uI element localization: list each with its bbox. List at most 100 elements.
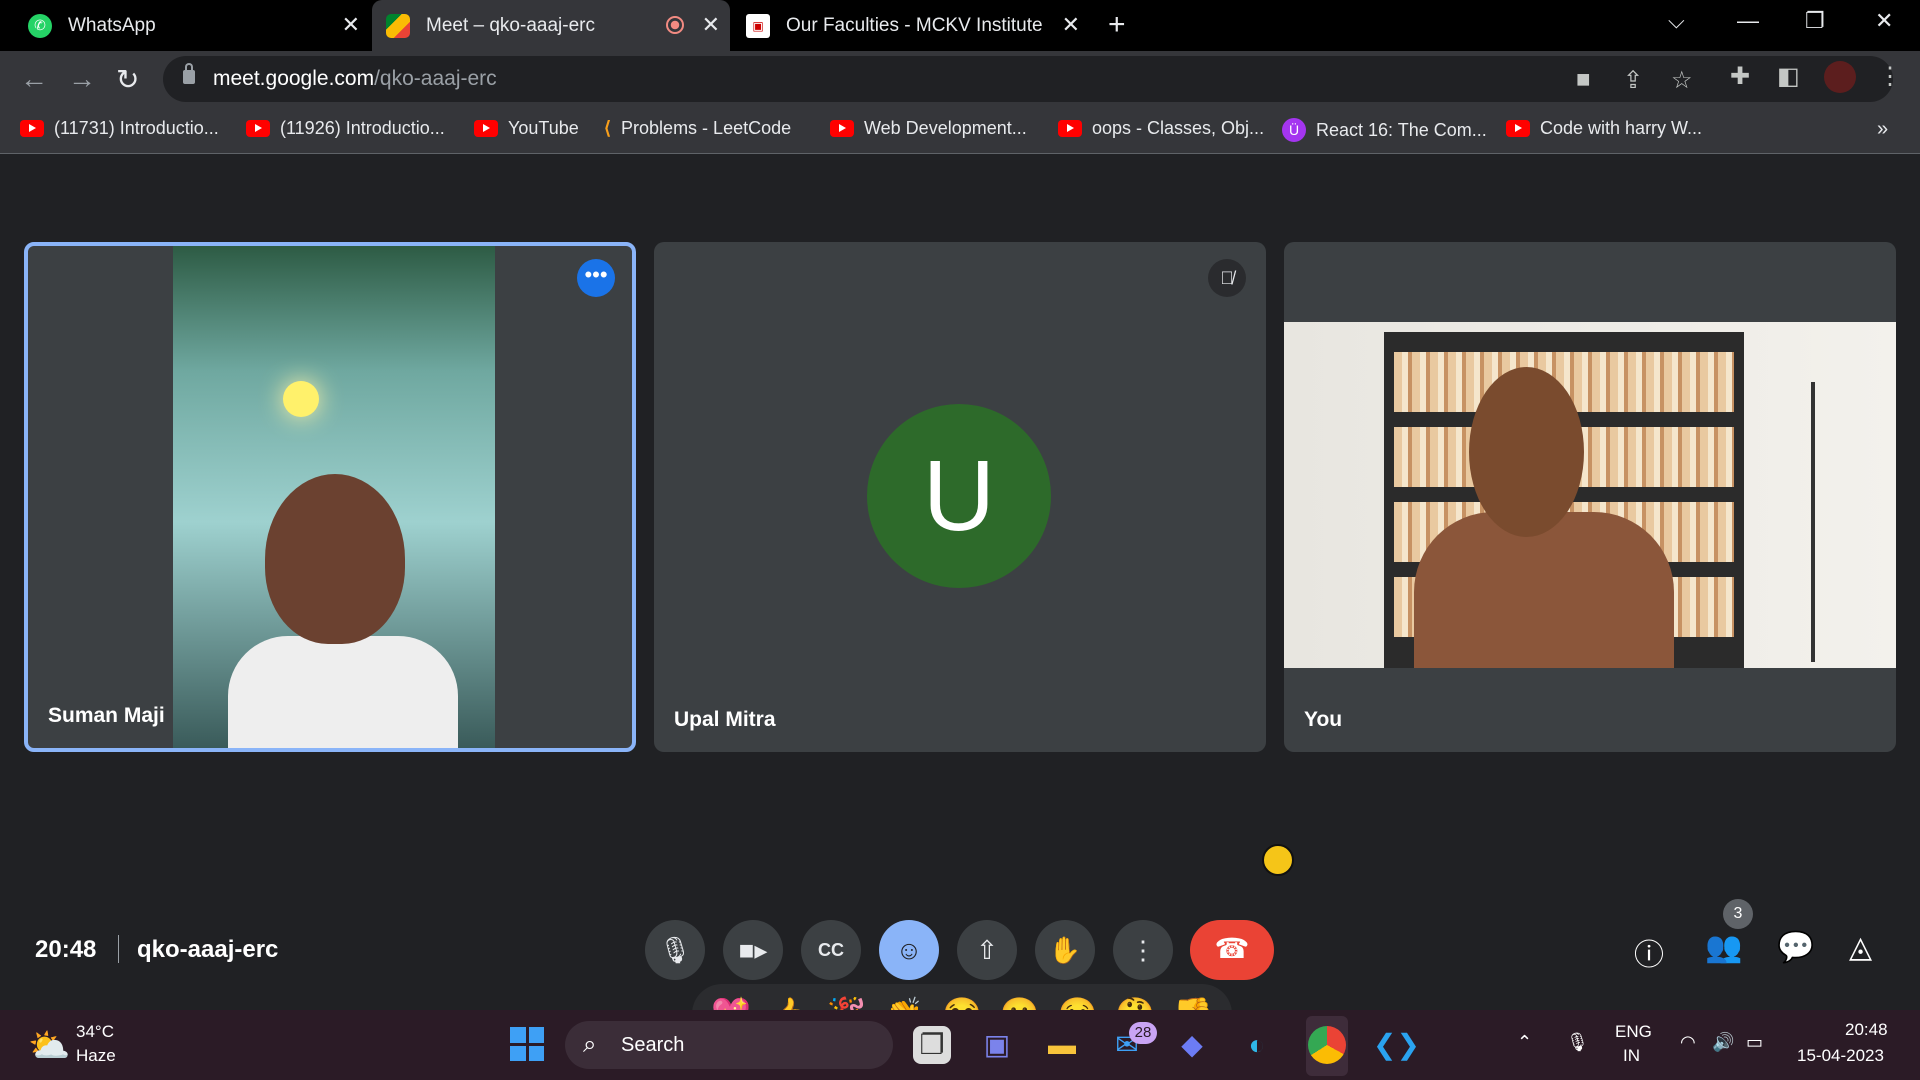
start-button[interactable] [510, 1027, 544, 1061]
recording-indicator-icon [666, 16, 684, 34]
edge-icon[interactable]: ◐ [1238, 1026, 1276, 1064]
more-vert-icon: ⋮ [1130, 935, 1156, 965]
temperature[interactable]: 34°C [76, 1022, 114, 1042]
tab-title: Meet – qko-aaaj-erc [426, 14, 595, 36]
participant-tile-upal[interactable]: 🎙̸ U Upal Mitra [654, 242, 1266, 752]
bookmark-item[interactable]: YouTube [474, 118, 579, 139]
reactions-button[interactable]: ☺ [879, 920, 939, 980]
camera-button[interactable]: ■▸ [723, 920, 783, 980]
udemy-icon: Ü [1282, 118, 1306, 142]
chrome-icon[interactable] [1308, 1026, 1346, 1064]
present-button[interactable]: ⇧ [957, 920, 1017, 980]
activities-icon[interactable]: ◬ [1849, 930, 1872, 965]
url-text[interactable]: meet.google.com/qko-aaaj-erc [213, 67, 497, 91]
bookmark-star-icon[interactable]: ☆ [1671, 66, 1693, 95]
youtube-icon [246, 120, 270, 137]
battery-icon[interactable]: ▭ [1746, 1032, 1763, 1053]
microphone-button[interactable]: 🎙 [645, 920, 705, 980]
reload-icon[interactable]: ↻ [116, 63, 139, 96]
camera-in-use-icon[interactable]: ■ [1576, 66, 1591, 94]
tab-meet[interactable]: Meet – qko-aaaj-erc ✕ [372, 0, 730, 51]
bookmark-label: oops - Classes, Obj... [1092, 118, 1265, 138]
close-tab-icon[interactable]: ✕ [702, 12, 720, 38]
people-icon[interactable]: 👥 [1705, 930, 1742, 965]
back-icon[interactable]: ← [20, 63, 48, 95]
url-path: /qko-aaaj-erc [374, 67, 497, 90]
taskbar-search[interactable]: ⌕ Search [565, 1021, 893, 1069]
file-explorer-icon[interactable]: ▬ [1043, 1026, 1081, 1064]
youtube-icon [1058, 120, 1082, 137]
participant-video [173, 246, 495, 748]
forward-icon[interactable]: → [68, 63, 96, 95]
whatsapp-icon: ✆ [28, 13, 52, 38]
meet-stage: ••• Suman Maji 🎙̸ U Upal Mitra You 💖 👍 🎉… [0, 155, 1920, 1044]
microphone-tray-icon[interactable]: 🎙 [1566, 1032, 1589, 1053]
close-tab-icon[interactable]: ✕ [1062, 12, 1080, 38]
bookmark-item[interactable]: (11731) Introductio... [20, 118, 219, 139]
meeting-info-icon[interactable]: ⓘ [1634, 930, 1664, 974]
window-close-icon[interactable]: ✕ [1875, 8, 1893, 34]
leetcode-icon: ⟨ [604, 118, 612, 138]
extensions-icon[interactable]: ✚ [1730, 62, 1750, 91]
system-date[interactable]: 15-04-2023 [1797, 1046, 1884, 1066]
restore-icon[interactable]: ❐ [1805, 8, 1825, 34]
emoji-icon: ☺ [895, 935, 923, 965]
participant-name: Upal Mitra [674, 708, 776, 731]
weather-haze-icon[interactable]: ⛅ [28, 1026, 70, 1066]
bookmark-item[interactable]: ⟨ Problems - LeetCode [604, 118, 791, 139]
address-bar[interactable]: meet.google.com/qko-aaaj-erc ■ ⇪ ☆ [163, 56, 1893, 102]
url-domain: meet.google.com [213, 67, 375, 90]
person-face [265, 474, 405, 644]
person-body [1414, 512, 1674, 668]
tab-whatsapp[interactable]: ✆ WhatsApp ✕ [14, 0, 370, 51]
teams-chat-icon[interactable]: ▣ [978, 1026, 1016, 1064]
input-language[interactable]: ENG [1615, 1022, 1652, 1042]
bookmark-label: Web Development... [864, 118, 1027, 138]
system-time[interactable]: 20:48 [1845, 1020, 1888, 1040]
bookmark-item[interactable]: oops - Classes, Obj... [1058, 118, 1264, 139]
google-meet-icon [386, 13, 410, 38]
bookmark-item[interactable]: Ü React 16: The Com... [1282, 118, 1487, 142]
input-region[interactable]: IN [1623, 1046, 1640, 1066]
more-options-icon[interactable]: ••• [577, 259, 615, 297]
more-bookmarks-icon[interactable]: » [1877, 118, 1888, 141]
raise-hand-button[interactable]: ✋ [1035, 920, 1095, 980]
captions-button[interactable]: CC [801, 920, 861, 980]
volume-icon[interactable]: 🔊 [1712, 1032, 1734, 1053]
bookmark-item[interactable]: Web Development... [830, 118, 1027, 139]
tab-mckv[interactable]: ▣ Our Faculties - MCKV Institute of ✕ [732, 0, 1090, 51]
minimize-icon[interactable]: — [1737, 8, 1759, 34]
skin-tone-selector[interactable] [1262, 844, 1294, 876]
lightbulb [283, 381, 319, 417]
copilot-icon[interactable]: ◆ [1173, 1026, 1211, 1064]
leave-call-button[interactable]: ☎ [1190, 920, 1274, 980]
browser-menu-icon[interactable]: ⋮ [1878, 62, 1902, 91]
youtube-icon [20, 120, 44, 137]
participant-tile-you[interactable]: You [1284, 242, 1896, 752]
microphone-icon: 🎙 [658, 935, 692, 965]
new-tab-icon[interactable]: + [1108, 8, 1126, 42]
bookmark-item[interactable]: Code with harry W... [1506, 118, 1702, 139]
youtube-icon [474, 120, 498, 137]
participant-name: Suman Maji [48, 704, 165, 727]
bookmark-item[interactable]: (11926) Introductio... [246, 118, 445, 139]
weather-condition[interactable]: Haze [76, 1046, 116, 1066]
participant-count-badge: 3 [1723, 899, 1753, 929]
profile-avatar[interactable] [1824, 61, 1856, 93]
browser-toolbar: ← → ↻ meet.google.com/qko-aaaj-erc ■ ⇪ ☆… [0, 51, 1920, 108]
side-panel-icon[interactable]: ◧ [1777, 62, 1800, 91]
lock-icon[interactable] [183, 63, 195, 84]
vscode-icon[interactable]: ❮❯ [1373, 1026, 1420, 1064]
show-hidden-icons-icon[interactable]: ⌃ [1517, 1032, 1532, 1053]
chat-icon[interactable]: 💬 [1777, 930, 1814, 965]
task-view-icon[interactable]: ❐ [913, 1026, 951, 1064]
browser-tab-bar: ✆ WhatsApp ✕ Meet – qko-aaaj-erc ✕ ▣ Our… [0, 0, 1920, 51]
participant-tile-suman[interactable]: ••• Suman Maji [24, 242, 636, 752]
share-icon[interactable]: ⇪ [1623, 66, 1643, 95]
avatar: U [867, 404, 1051, 588]
wifi-icon[interactable]: ◠ [1680, 1032, 1696, 1053]
close-tab-icon[interactable]: ✕ [342, 12, 360, 38]
floor-lamp [1811, 382, 1871, 662]
tab-search-chevron-icon[interactable]: ⌵ [1668, 8, 1685, 34]
more-options-button[interactable]: ⋮ [1113, 920, 1173, 980]
